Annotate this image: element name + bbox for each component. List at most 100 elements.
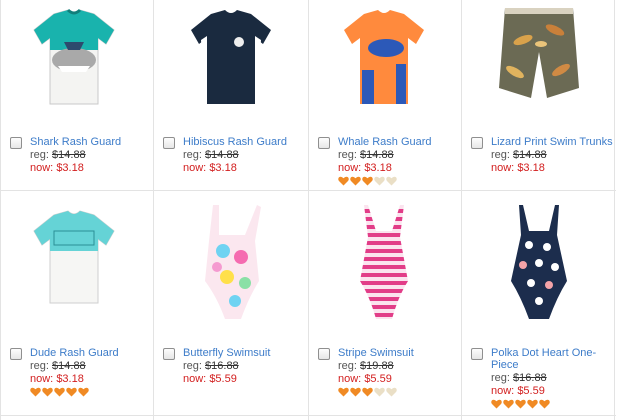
heart-icon bbox=[362, 176, 373, 186]
product-grid: Shark Rash Guard reg: $14.88 now: $3.18 … bbox=[0, 0, 616, 420]
product-image-stripe-swimsuit[interactable] bbox=[326, 201, 442, 331]
product-info: Whale Rash Guard reg: $14.88 now: $3.18 bbox=[338, 136, 460, 186]
heart-icon bbox=[386, 387, 397, 397]
reg-label: reg: bbox=[183, 360, 202, 372]
rating-hearts bbox=[338, 387, 460, 397]
regular-price: reg: $14.88 bbox=[30, 360, 152, 372]
heart-icon bbox=[338, 176, 349, 186]
compare-checkbox[interactable] bbox=[163, 348, 175, 360]
regular-price: reg: $19.88 bbox=[338, 360, 460, 372]
product-name-link[interactable]: Dude Rash Guard bbox=[30, 347, 152, 359]
reg-label: reg: bbox=[338, 360, 357, 372]
sale-price: now: $5.59 bbox=[183, 373, 305, 385]
compare-checkbox[interactable] bbox=[318, 348, 330, 360]
now-price-value: $5.59 bbox=[209, 373, 237, 385]
product-name-link[interactable]: Polka Dot Heart One-Piece bbox=[491, 347, 613, 371]
product-info: Lizard Print Swim Trunks reg: $14.88 now… bbox=[491, 136, 613, 174]
product-name-link[interactable]: Butterfly Swimsuit bbox=[183, 347, 305, 359]
product-card: Shark Rash Guard reg: $14.88 now: $3.18 bbox=[0, 0, 152, 208]
product-name-link[interactable]: Lizard Print Swim Trunks bbox=[491, 136, 613, 148]
sale-price: now: $3.18 bbox=[491, 162, 613, 174]
now-label: now: bbox=[30, 373, 54, 385]
now-price-value: $5.59 bbox=[517, 385, 545, 397]
compare-checkbox[interactable] bbox=[10, 137, 22, 149]
now-price-value: $3.18 bbox=[517, 162, 545, 174]
reg-price-value: $14.88 bbox=[513, 149, 547, 161]
reg-price-value: $14.88 bbox=[360, 149, 394, 161]
reg-label: reg: bbox=[30, 149, 49, 161]
reg-label: reg: bbox=[30, 360, 49, 372]
compare-checkbox[interactable] bbox=[471, 348, 483, 360]
product-image-butterfly-swimsuit[interactable] bbox=[173, 201, 289, 331]
heart-icon bbox=[386, 176, 397, 186]
product-name-link[interactable]: Stripe Swimsuit bbox=[338, 347, 460, 359]
product-name-link[interactable]: Hibiscus Rash Guard bbox=[183, 136, 305, 148]
grid-divider bbox=[0, 415, 616, 416]
product-image-polka-dot-heart-one-piece[interactable] bbox=[481, 201, 597, 331]
reg-price-value: $14.88 bbox=[52, 149, 86, 161]
now-price-value: $3.18 bbox=[56, 373, 84, 385]
product-card: Whale Rash Guard reg: $14.88 now: $3.18 bbox=[308, 0, 460, 208]
heart-icon bbox=[362, 387, 373, 397]
product-image-dude-rash-guard[interactable] bbox=[16, 201, 132, 313]
sale-price: now: $3.18 bbox=[30, 162, 152, 174]
now-label: now: bbox=[491, 162, 515, 174]
regular-price: reg: $14.88 bbox=[30, 149, 152, 161]
product-image-shark-rash-guard[interactable] bbox=[16, 0, 132, 112]
product-info: Stripe Swimsuit reg: $19.88 now: $5.59 bbox=[338, 347, 460, 397]
rating-hearts bbox=[338, 176, 460, 186]
product-image-hibiscus-rash-guard[interactable] bbox=[173, 0, 289, 112]
regular-price: reg: $16.88 bbox=[183, 360, 305, 372]
now-price-value: $3.18 bbox=[56, 162, 84, 174]
reg-label: reg: bbox=[338, 149, 357, 161]
heart-icon bbox=[350, 176, 361, 186]
now-label: now: bbox=[30, 162, 54, 174]
reg-price-value: $14.88 bbox=[205, 149, 239, 161]
now-label: now: bbox=[338, 373, 362, 385]
product-info: Butterfly Swimsuit reg: $16.88 now: $5.5… bbox=[183, 347, 305, 385]
now-label: now: bbox=[338, 162, 362, 174]
rating-hearts bbox=[491, 399, 613, 409]
regular-price: reg: $14.88 bbox=[183, 149, 305, 161]
heart-icon bbox=[374, 176, 385, 186]
product-name-link[interactable]: Shark Rash Guard bbox=[30, 136, 152, 148]
regular-price: reg: $14.88 bbox=[338, 149, 460, 161]
product-card: Butterfly Swimsuit reg: $16.88 now: $5.5… bbox=[153, 191, 305, 399]
product-info: Shark Rash Guard reg: $14.88 now: $3.18 bbox=[30, 136, 152, 174]
product-card: Hibiscus Rash Guard reg: $14.88 now: $3.… bbox=[153, 0, 305, 208]
heart-icon bbox=[539, 399, 550, 409]
sale-price: now: $3.18 bbox=[338, 162, 460, 174]
sale-price: now: $3.18 bbox=[30, 373, 152, 385]
heart-icon bbox=[54, 387, 65, 397]
sale-price: now: $5.59 bbox=[491, 385, 613, 397]
reg-label: reg: bbox=[183, 149, 202, 161]
heart-icon bbox=[515, 399, 526, 409]
heart-icon bbox=[30, 387, 41, 397]
product-info: Polka Dot Heart One-Piece reg: $16.88 no… bbox=[491, 347, 613, 409]
compare-checkbox[interactable] bbox=[163, 137, 175, 149]
heart-icon bbox=[374, 387, 385, 397]
product-info: Hibiscus Rash Guard reg: $14.88 now: $3.… bbox=[183, 136, 305, 174]
heart-icon bbox=[350, 387, 361, 397]
reg-price-value: $19.88 bbox=[360, 360, 394, 372]
regular-price: reg: $14.88 bbox=[491, 149, 613, 161]
heart-icon bbox=[66, 387, 77, 397]
rating-hearts bbox=[30, 387, 152, 397]
now-price-value: $3.18 bbox=[209, 162, 237, 174]
compare-checkbox[interactable] bbox=[318, 137, 330, 149]
compare-checkbox[interactable] bbox=[471, 137, 483, 149]
product-image-lizard-print-swim-trunks[interactable] bbox=[481, 0, 597, 112]
reg-price-value: $16.88 bbox=[205, 360, 239, 372]
compare-checkbox[interactable] bbox=[10, 348, 22, 360]
product-name-link[interactable]: Whale Rash Guard bbox=[338, 136, 460, 148]
now-price-value: $3.18 bbox=[364, 162, 392, 174]
now-label: now: bbox=[183, 162, 207, 174]
heart-icon bbox=[503, 399, 514, 409]
product-card: Stripe Swimsuit reg: $19.88 now: $5.59 bbox=[308, 191, 460, 399]
reg-label: reg: bbox=[491, 372, 510, 384]
grid-divider bbox=[614, 0, 615, 420]
heart-icon bbox=[338, 387, 349, 397]
product-image-whale-rash-guard[interactable] bbox=[326, 0, 442, 112]
heart-icon bbox=[491, 399, 502, 409]
product-card: Polka Dot Heart One-Piece reg: $16.88 no… bbox=[461, 191, 613, 409]
